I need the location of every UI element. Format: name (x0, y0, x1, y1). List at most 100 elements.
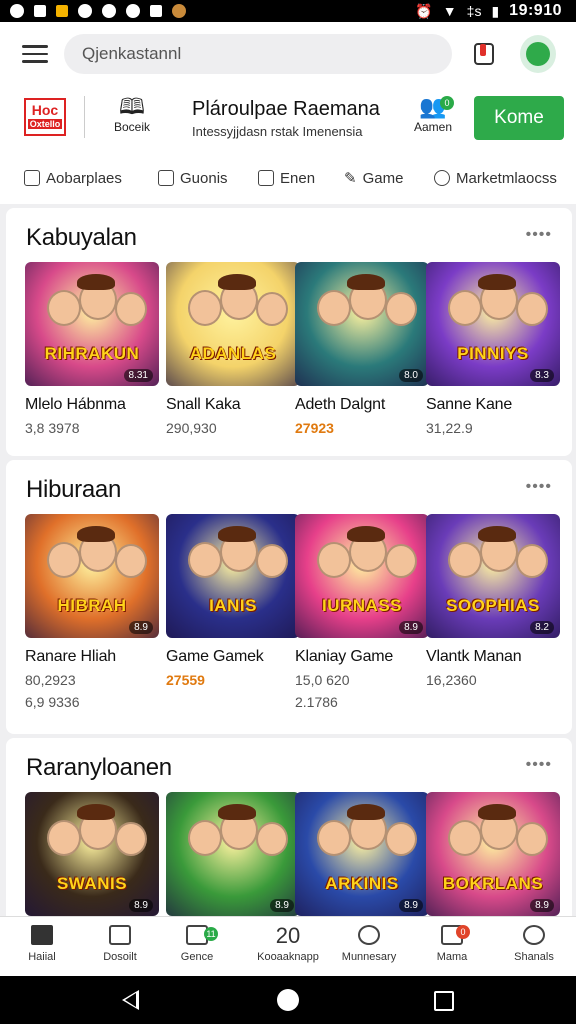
nav-profile[interactable]: Shanals (494, 925, 574, 963)
book-icon (109, 925, 131, 945)
coin-icon (172, 4, 186, 18)
wifi-icon: ▼ (442, 3, 457, 19)
cta-button[interactable]: Kome (474, 96, 564, 140)
nav-home[interactable]: Haiial (2, 925, 82, 963)
chrome-icon (126, 4, 140, 18)
game-card[interactable]: ADANLAS Snall Kaka 290,930 (166, 262, 300, 436)
dot-icon (78, 4, 92, 18)
game-thumbnail: SOOPHIAS 8.2 (426, 514, 560, 638)
brand-bar: Hoc Oxtello 🕮 Boceik Plárоulpae Raemana … (0, 86, 576, 152)
section-title: Hiburaan (26, 476, 121, 503)
tab-label: Game (362, 169, 404, 187)
home-button-icon[interactable] (277, 989, 299, 1011)
nav-message[interactable]: Mama (412, 925, 492, 963)
app-icon (56, 5, 68, 17)
top-bar: Qjenkastannl (0, 22, 576, 86)
game-logo-art: SWANIS (56, 874, 128, 893)
game-downloads: 15,0 620 (295, 672, 350, 688)
calendar-icon (258, 170, 274, 186)
game-thumbnail: ADANLAS (166, 262, 300, 386)
nav-clock[interactable]: Munnesary (329, 925, 409, 963)
more-icon[interactable]: •••• (526, 478, 552, 496)
notification-icon (10, 4, 24, 18)
section-title: Kabuyalan (26, 224, 137, 251)
game-card[interactable]: ARKINIS 8.9 (295, 792, 429, 916)
tab-aobarplaes[interactable]: Aobarplaes (24, 170, 122, 187)
game-downloads: 27559 (166, 672, 205, 688)
game-logo-art: ADANLAS (189, 344, 277, 363)
people-badge: 0 (440, 96, 454, 110)
game-logo-art: IANIS (209, 596, 257, 615)
rating-badge: 8.2 (530, 621, 554, 634)
section-1: Hiburaan •••• HIBRAH 8.9 Ranare Hliah 80,2923… (6, 460, 572, 734)
game-card[interactable]: IANIS Game Gamek 27559 (166, 514, 300, 688)
game-card[interactable]: SWANIS 8.9 (25, 792, 159, 916)
tab-game[interactable]: ✎ Game (344, 169, 404, 188)
gift-icon: 20 (275, 923, 301, 948)
rating-badge: 8.9 (129, 621, 153, 634)
recents-icon[interactable] (434, 991, 454, 1011)
book-button[interactable]: 🕮 Boceik (104, 94, 160, 134)
game-logo-art: RIHRAKUN (44, 344, 140, 363)
game-card[interactable]: IURNASS 8.9 Klaniay Game 15,0 620 2.1786 (295, 514, 429, 710)
game-title: Klaniay Game (295, 648, 394, 665)
menu-icon[interactable] (22, 40, 48, 68)
nav-book[interactable]: Dosoilt (80, 925, 160, 963)
more-icon[interactable]: •••• (526, 226, 552, 244)
tab-marketplace[interactable]: Marketmlaocss (434, 170, 557, 187)
game-thumbnail: IURNASS 8.9 (295, 514, 429, 638)
back-icon[interactable] (122, 990, 139, 1010)
section-title: Raranyloanen (26, 754, 172, 781)
logo-subtext: Oxtello (28, 119, 62, 129)
avatar[interactable] (520, 35, 556, 73)
tab-label: Marketmlaocss (456, 169, 557, 187)
game-secondary-stat: 2.1786 (295, 694, 338, 710)
game-downloads: 80,2923 (25, 672, 76, 688)
nav-gift[interactable]: 20 Kooaaknapp (238, 923, 338, 964)
game-thumbnail: 8.0 (295, 262, 429, 386)
game-logo-art: BOKRLANS (442, 874, 544, 893)
game-card[interactable]: SOOPHIAS 8.2 Vlantk Manan 16,2360 (426, 514, 560, 688)
rating-badge: 8.0 (399, 369, 423, 382)
game-downloads: 3,8 3978 (25, 420, 80, 436)
nav-chat[interactable]: Gence (157, 925, 237, 963)
game-thumbnail: BOKRLANS 8.9 (426, 792, 560, 916)
tab-guonis[interactable]: Guonis (158, 170, 228, 187)
section-0: Kabuyalan •••• RIHRAKUN 8.31 Mlelo Hábnma 3,8… (6, 208, 572, 456)
rating-badge: 8.9 (399, 621, 423, 634)
chat-badge: 11 (204, 927, 218, 941)
game-card[interactable]: 8.9 (166, 792, 300, 916)
tab-label: Enen (280, 169, 316, 187)
rating-badge: 8.3 (530, 369, 554, 382)
message-badge: 0 (456, 925, 470, 939)
game-thumbnail: IANIS (166, 514, 300, 638)
game-logo-art: HIBRAH (57, 596, 127, 615)
brand-logo[interactable]: Hoc Oxtello (24, 98, 66, 136)
battery-icon: ▮ (491, 2, 500, 19)
shopping-bag-icon[interactable] (466, 36, 502, 72)
search-placeholder: Qjenkastannl (82, 44, 182, 63)
nav-label: Haiial (28, 951, 56, 963)
rating-badge: 8.9 (399, 899, 423, 912)
pen-icon: ✎ (344, 170, 357, 187)
tab-enen[interactable]: Enen (258, 170, 315, 187)
game-thumbnail: 8.9 (166, 792, 300, 916)
nav-label: Munnesary (341, 951, 397, 963)
face-icon (434, 170, 450, 186)
checkbox-icon (24, 170, 40, 186)
rating-badge: 8.9 (129, 899, 153, 912)
search-input[interactable]: Qjenkastannl (64, 34, 452, 74)
game-card[interactable]: PINNIYS 8.3 Sanne Kane 31,22.9 (426, 262, 560, 436)
game-card[interactable]: HIBRAH 8.9 Ranare Hliah 80,2923 6,9 9336 (25, 514, 159, 710)
more-icon[interactable]: •••• (526, 756, 552, 774)
game-card[interactable]: 8.0 Adeth Dalgnt 27923 (295, 262, 429, 436)
game-card[interactable]: BOKRLANS 8.9 (426, 792, 560, 916)
game-thumbnail: RIHRAKUN 8.31 (25, 262, 159, 386)
game-downloads: 27923 (295, 420, 334, 436)
nav-label: Mama (436, 951, 468, 963)
game-secondary-stat: 6,9 9336 (25, 694, 80, 710)
game-card[interactable]: RIHRAKUN 8.31 Mlelo Hábnma 3,8 3978 (25, 262, 159, 436)
book-label: Boceik (113, 120, 151, 134)
game-logo-art: PINNIYS (457, 344, 529, 363)
section-2: Raranyloanen •••• SWANIS 8.9 8.9 ARKINIS 8.9 BO… (6, 738, 572, 938)
